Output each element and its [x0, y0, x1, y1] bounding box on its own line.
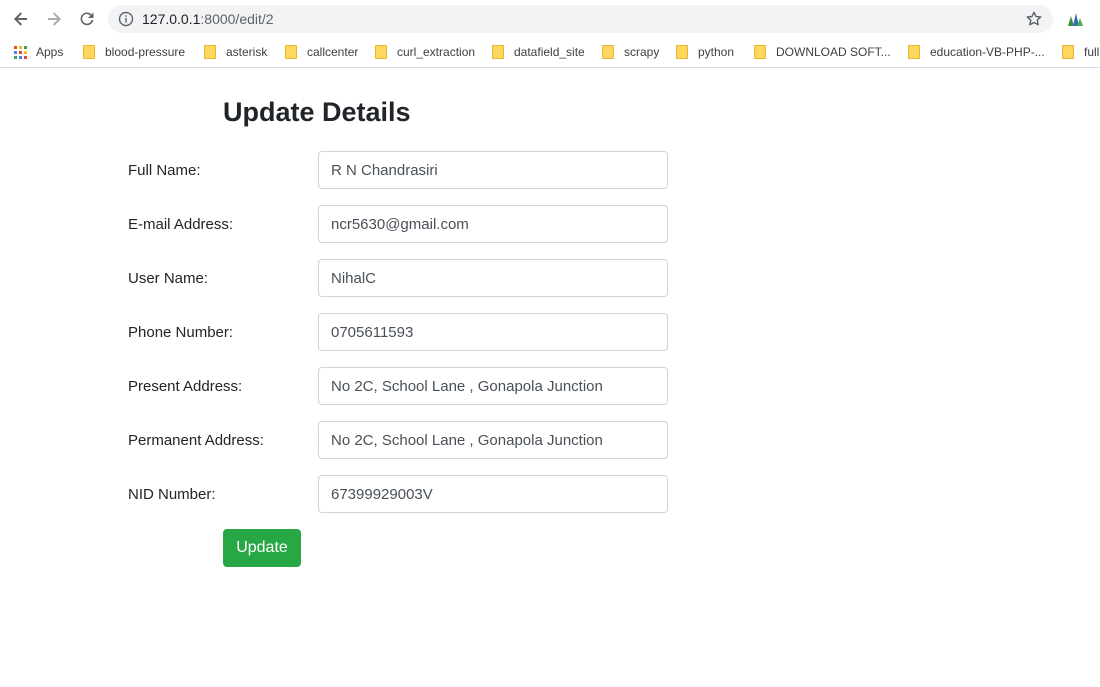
full-name-label: Full Name: [128, 162, 201, 179]
phone-number-label: Phone Number: [128, 324, 234, 341]
email-input[interactable] [318, 205, 668, 243]
bookmark-label: education-VB-PHP-... [930, 45, 1045, 59]
folder-icon [602, 45, 614, 59]
bookmark-label: curl_extraction [397, 45, 476, 59]
permanent-address-input[interactable] [318, 421, 668, 459]
folder-icon [204, 45, 216, 59]
url-host: 127.0.0.1 [142, 11, 201, 27]
address-bar[interactable]: 127.0.0.1:8000/edit/2 [108, 5, 1053, 33]
bookmark-item[interactable]: datafield_site [492, 37, 585, 67]
bookmark-label: full [1084, 45, 1100, 59]
bookmark-label: blood-pressure [105, 45, 186, 59]
update-button[interactable]: Update [223, 529, 301, 567]
folder-icon [754, 45, 766, 59]
bookmark-item[interactable]: python [676, 37, 734, 67]
bookmark-label: DOWNLOAD SOFT... [776, 45, 891, 59]
email-label: E-mail Address: [128, 216, 234, 233]
bookmark-item[interactable]: curl_extraction [375, 37, 475, 67]
bookmark-label: scrapy [624, 45, 660, 59]
permanent-address-label: Permanent Address: [128, 432, 264, 449]
star-icon[interactable] [1025, 10, 1043, 28]
username-input[interactable] [318, 259, 668, 297]
bookmark-item[interactable]: DOWNLOAD SOFT... [754, 37, 891, 67]
bookmark-item[interactable]: education-VB-PHP-... [908, 37, 1045, 67]
username-label: User Name: [128, 270, 209, 287]
bookmark-item[interactable]: callcenter [285, 37, 358, 67]
phone-number-input[interactable] [318, 313, 668, 351]
bookmark-label: asterisk [226, 45, 268, 59]
bookmark-label: datafield_site [514, 45, 585, 59]
bookmark-label: callcenter [307, 45, 359, 59]
reload-icon[interactable] [74, 6, 100, 32]
info-icon[interactable] [118, 11, 134, 27]
bookmark-item[interactable]: asterisk [204, 37, 267, 67]
extension-icon[interactable] [1066, 10, 1084, 28]
apps-grid-icon [14, 45, 27, 59]
back-arrow-icon[interactable] [8, 6, 34, 32]
bookmark-label: python [698, 45, 735, 59]
bookmarks-bar: Apps blood-pressure asterisk callcenter … [0, 37, 1100, 68]
folder-icon [375, 45, 387, 59]
page-title: Update Details [223, 97, 411, 127]
folder-icon [908, 45, 920, 59]
bookmark-item[interactable]: blood-pressure [83, 37, 185, 67]
folder-icon [285, 45, 297, 59]
folder-icon [676, 45, 688, 59]
forward-arrow-icon[interactable] [41, 6, 67, 32]
bookmark-item[interactable]: scrapy [602, 37, 659, 67]
browser-toolbar: 127.0.0.1:8000/edit/2 [0, 0, 1100, 37]
folder-icon [492, 45, 504, 59]
nid-number-input[interactable] [318, 475, 668, 513]
url-path: :8000/edit/2 [200, 11, 274, 27]
nid-number-label: NID Number: [128, 486, 216, 503]
present-address-label: Present Address: [128, 378, 243, 395]
url-text[interactable]: 127.0.0.1:8000/edit/2 [142, 10, 274, 28]
folder-icon [1062, 45, 1074, 59]
full-name-input[interactable] [318, 151, 668, 189]
folder-icon [83, 45, 95, 59]
bookmark-item[interactable]: full [1062, 37, 1099, 67]
present-address-input[interactable] [318, 367, 668, 405]
bookmark-label: Apps [36, 45, 64, 59]
bookmark-apps[interactable]: Apps [14, 37, 63, 67]
